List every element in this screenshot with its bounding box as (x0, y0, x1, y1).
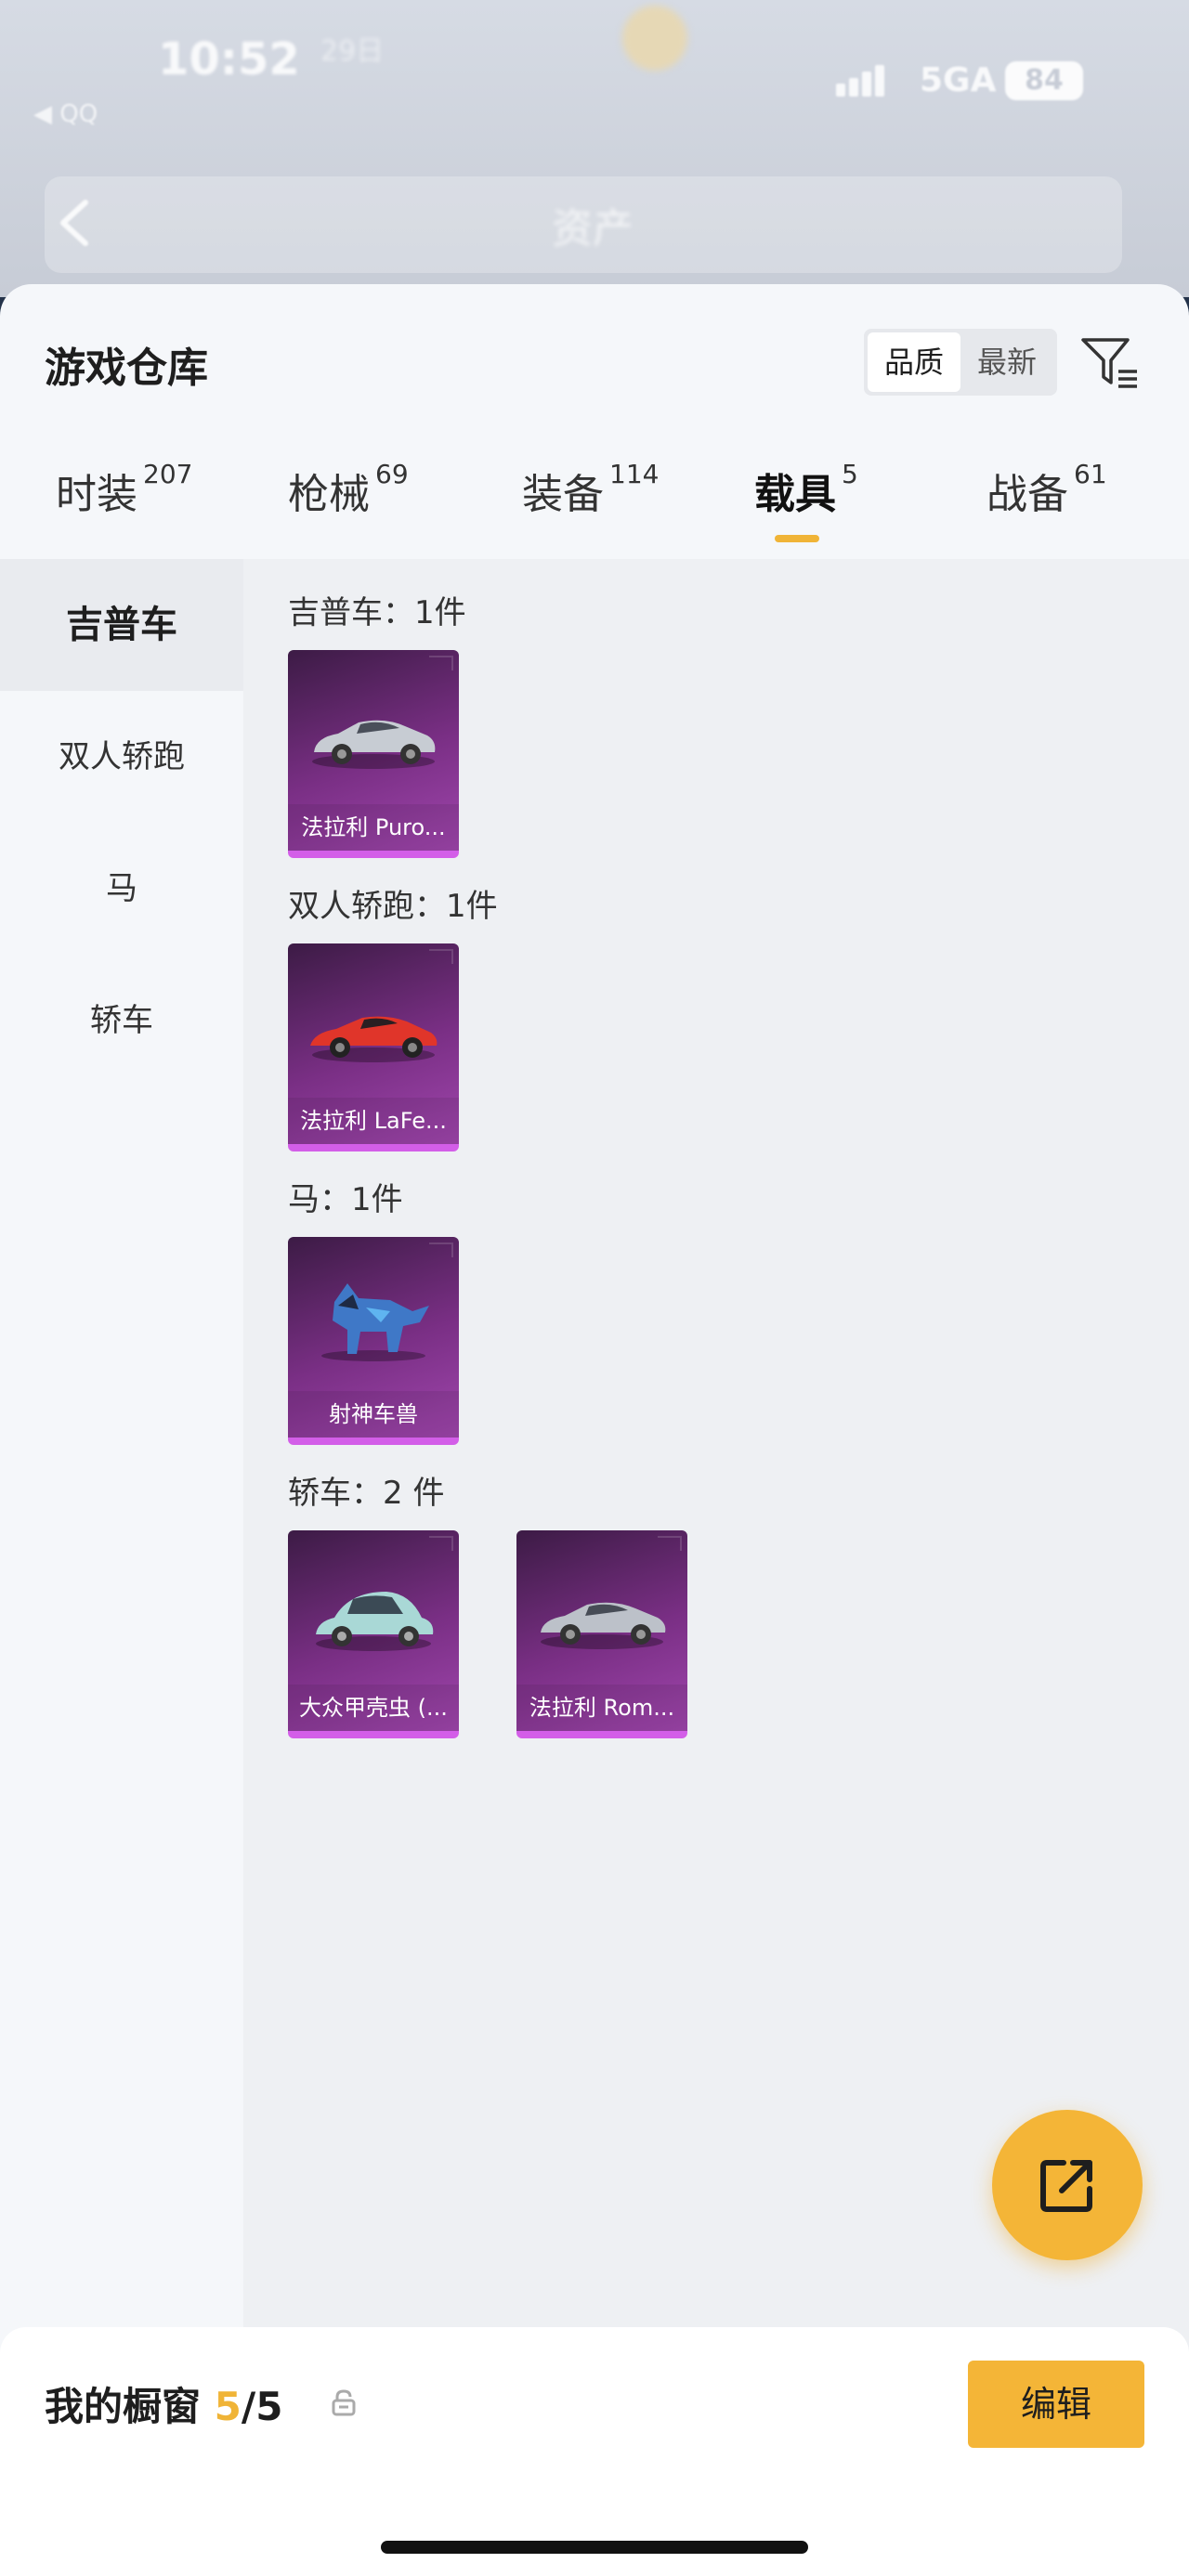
sort-newest-button[interactable]: 最新 (960, 332, 1053, 392)
showcase-label: 我的橱窗 5/5 (45, 2375, 282, 2432)
tab-label: 装备 (522, 471, 604, 518)
card-corner-decoration (658, 1536, 682, 1551)
item-name: 法拉利 Puro... (288, 804, 459, 851)
back-arrow-icon[interactable] (48, 195, 104, 251)
tab-label: 载具 (754, 471, 836, 518)
tab-label: 枪械 (288, 471, 370, 518)
tab-label: 战备 (986, 471, 1068, 518)
card-corner-decoration (429, 1536, 453, 1551)
network-label: 5GA (920, 61, 997, 99)
blue-beast-mount-icon (321, 1283, 429, 1361)
red-supercar-icon (310, 1016, 438, 1062)
signal-icon (836, 65, 886, 97)
silver-coupe-car-icon (541, 1602, 666, 1649)
group-header: 马：1件 (288, 1181, 403, 1218)
showcase-title: 我的橱窗 (45, 2384, 202, 2429)
tab-equipment[interactable]: 装备 114 (522, 459, 660, 563)
item-card[interactable]: 法拉利 Puro... (288, 650, 459, 858)
blurred-avatar (622, 6, 687, 71)
battery-icon: 84 (1005, 61, 1083, 100)
group-header: 吉普车：1件 (288, 594, 466, 631)
filter-icon[interactable] (1078, 331, 1143, 396)
share-button[interactable] (992, 2110, 1143, 2260)
tab-fashion[interactable]: 时装 207 (56, 459, 193, 563)
card-corner-decoration (429, 1242, 453, 1257)
tab-count: 207 (143, 459, 193, 489)
tab-battle-gear[interactable]: 战备 61 (986, 459, 1107, 563)
showcase-count: 5 (214, 2384, 242, 2429)
category-horse[interactable]: 马 (0, 823, 243, 955)
lock-icon (332, 2389, 356, 2416)
tab-count: 61 (1074, 459, 1107, 489)
category-sedan[interactable]: 轿车 (0, 955, 243, 1086)
group-header: 双人轿跑：1件 (288, 888, 498, 925)
back-to-app-link[interactable]: ◀ QQ (33, 100, 98, 128)
mint-beetle-car-icon (316, 1592, 434, 1651)
sort-toggle: 品质 最新 (864, 329, 1057, 396)
tab-count: 5 (842, 459, 858, 489)
tab-count: 69 (375, 459, 409, 489)
category-tabs: 时装 207 枪械 69 装备 114 载具 5 战备 61 (0, 459, 1189, 563)
tab-weapons[interactable]: 枪械 69 (288, 459, 409, 563)
vehicle-category-list: 吉普车 双人轿跑 马 轿车 (0, 559, 243, 2576)
item-card[interactable]: 法拉利 Rom... (516, 1530, 687, 1738)
sort-quality-button[interactable]: 品质 (868, 332, 960, 392)
category-jeep[interactable]: 吉普车 (0, 559, 243, 691)
showcase-bar: 我的橱窗 5/5 编辑 (0, 2327, 1189, 2576)
silver-sports-car-icon (312, 720, 436, 769)
item-name: 射神车兽 (288, 1391, 459, 1438)
item-name: 大众甲壳虫 (... (288, 1685, 459, 1731)
edit-button[interactable]: 编辑 (968, 2361, 1144, 2448)
active-tab-indicator (775, 535, 819, 542)
share-external-icon (1040, 2160, 1092, 2212)
showcase-total: /5 (241, 2384, 283, 2429)
item-name: 法拉利 LaFe... (288, 1098, 459, 1144)
item-card[interactable]: 射神车兽 (288, 1237, 459, 1445)
warehouse-title: 游戏仓库 (45, 345, 208, 392)
tab-count: 114 (609, 459, 660, 489)
tab-label: 时装 (56, 471, 137, 518)
status-date: 29日 (320, 35, 385, 68)
home-indicator[interactable] (381, 2541, 808, 2554)
group-header: 轿车：2 件 (288, 1475, 445, 1512)
card-corner-decoration (429, 656, 453, 670)
item-card[interactable]: 大众甲壳虫 (... (288, 1530, 459, 1738)
tab-vehicles[interactable]: 载具 5 (754, 459, 858, 563)
category-coupe[interactable]: 双人轿跑 (0, 691, 243, 823)
nav-title: 资产 (552, 205, 634, 253)
vehicle-grid: 吉普车：1件 法拉利 Puro... 双人轿跑：1件 法拉利 LaFe... 马… (243, 559, 1189, 2576)
item-name: 法拉利 Rom... (516, 1685, 687, 1731)
status-time: 10:52 (158, 33, 300, 85)
item-card[interactable]: 法拉利 LaFe... (288, 943, 459, 1151)
warehouse-sheet: 游戏仓库 品质 最新 时装 207 枪械 69 装备 114 载具 5 战备 6… (0, 284, 1189, 2576)
card-corner-decoration (429, 949, 453, 964)
